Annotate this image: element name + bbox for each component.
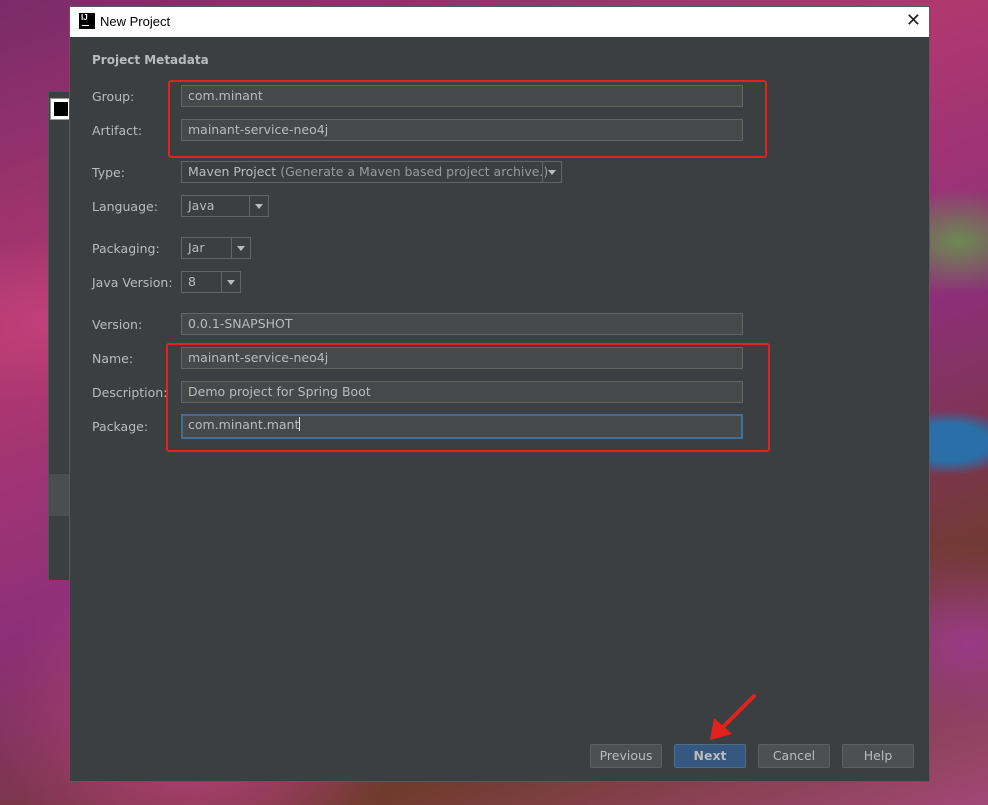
description-label: Description: [92, 385, 168, 400]
type-label: Type: [92, 165, 125, 180]
artifact-label: Artifact: [92, 123, 143, 138]
background-ide-strip [49, 474, 71, 516]
next-button[interactable]: Next [674, 744, 746, 768]
java-version-select[interactable]: 8 [181, 271, 241, 293]
new-project-dialog: IJ New Project ✕ Project Metadata Group:… [69, 6, 930, 782]
previous-button[interactable]: Previous [590, 744, 662, 768]
packaging-label: Packaging: [92, 241, 160, 256]
java-version-select-value: 8 [188, 274, 196, 289]
java-version-label: Java Version: [92, 275, 173, 290]
type-select[interactable]: Maven Project (Generate a Maven based pr… [181, 161, 562, 183]
annotation-arrow-icon [710, 694, 756, 740]
group-label: Group: [92, 89, 135, 104]
intellij-icon: IJ [79, 13, 95, 29]
language-select-value: Java [188, 198, 215, 213]
chevron-down-icon [221, 272, 240, 292]
highlight-box-group-artifact [168, 80, 767, 158]
package-label: Package: [92, 419, 149, 434]
section-title: Project Metadata [92, 53, 209, 67]
help-button[interactable]: Help [842, 744, 914, 768]
chevron-down-icon [542, 162, 561, 182]
highlight-box-name-package [166, 343, 770, 452]
cancel-button[interactable]: Cancel [758, 744, 830, 768]
chevron-down-icon [249, 196, 268, 216]
chevron-down-icon [231, 238, 250, 258]
language-select[interactable]: Java [181, 195, 269, 217]
title-bar: IJ New Project ✕ [70, 7, 929, 37]
version-input[interactable]: 0.0.1-SNAPSHOT [181, 313, 743, 335]
language-label: Language: [92, 199, 158, 214]
close-icon[interactable]: ✕ [906, 10, 921, 31]
packaging-select-value: Jar [188, 240, 205, 255]
window-title: New Project [100, 14, 171, 29]
type-select-value: Maven Project [188, 164, 277, 179]
packaging-select[interactable]: Jar [181, 237, 251, 259]
name-label: Name: [92, 351, 134, 366]
type-select-hint: (Generate a Maven based project archive.… [280, 164, 549, 179]
version-label: Version: [92, 317, 143, 332]
